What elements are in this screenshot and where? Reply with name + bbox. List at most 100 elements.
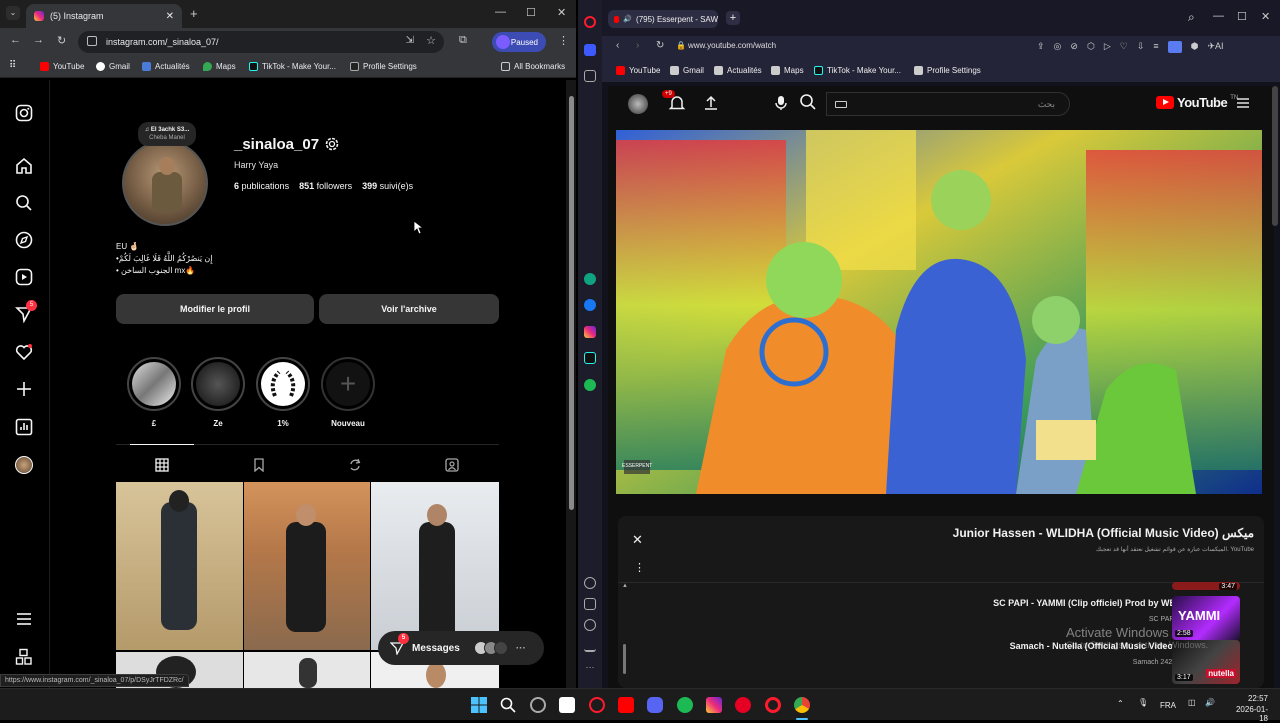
camera-icon[interactable]: ◎ (1054, 41, 1062, 53)
messages-button[interactable]: 5 Messages ··· (378, 631, 544, 665)
player-icon[interactable]: ▷ (1104, 41, 1111, 53)
profile-note[interactable]: ♫ El 3achk S3... Cheba Manel (138, 122, 196, 146)
chrome-menu-icon[interactable]: ⋮ (558, 34, 569, 47)
opera-search-icon[interactable]: ⌕ (1188, 10, 1195, 25)
opera-more-icon[interactable]: ⋯ (584, 662, 596, 674)
panel-scroll-thumb[interactable] (623, 644, 626, 674)
new-highlight-button[interactable]: + (321, 357, 375, 411)
tray-language[interactable]: FRA (1160, 701, 1176, 710)
maximize-icon[interactable]: ☐ (526, 6, 536, 19)
youtube-avatar[interactable] (628, 94, 648, 114)
reload-icon[interactable]: ↻ (57, 34, 66, 47)
post-thumbnail-5[interactable] (244, 652, 370, 688)
vpn-icon[interactable]: ⬡ (1087, 41, 1095, 53)
minimize-icon[interactable]: — (495, 6, 506, 18)
spotify-icon[interactable] (584, 379, 596, 391)
rec-title[interactable]: SC PAPI - YAMMI (Clip officiel) Prod by … (993, 598, 1176, 608)
messenger-icon[interactable] (584, 299, 596, 311)
edit-profile-button[interactable]: Modifier le profil (116, 294, 314, 324)
bookmark-tiktok[interactable]: TikTok - Make Your... (249, 62, 336, 71)
taskbar-opera-icon[interactable] (765, 697, 781, 713)
post-thumbnail-1[interactable] (116, 482, 243, 650)
aria-ai-button[interactable]: ✈AI (1207, 41, 1223, 53)
reposts-icon[interactable] (348, 458, 362, 472)
reels-icon[interactable] (15, 268, 35, 288)
following-stat[interactable]: 399 suivi(e)s (362, 181, 413, 191)
tray-mic-icon[interactable]: 🎙 (1138, 698, 1148, 707)
adblock-icon[interactable]: ⊘ (1070, 41, 1078, 53)
prev-video-thumb[interactable]: 3:47 (1172, 582, 1240, 590)
opera-star-icon[interactable] (584, 70, 596, 82)
create-plus-icon[interactable] (15, 380, 35, 400)
messages-nav-icon[interactable]: 5 (15, 300, 37, 325)
bookmark-actualites[interactable]: Actualités (142, 62, 190, 71)
tab-youtube[interactable]: 🔊 (795) Esserpent - SAW (608, 10, 718, 28)
taskbar-opera-gx-icon[interactable] (589, 697, 605, 713)
chatgpt-icon[interactable] (584, 273, 596, 285)
more-menu-icon[interactable] (15, 610, 35, 630)
opera-url-text[interactable]: www.youtube.com/watch (688, 41, 776, 50)
followers-stat[interactable]: 851 followers (299, 181, 352, 191)
tray-clock[interactable]: 22:57 2026-01-18 (1228, 694, 1268, 723)
youtube-logo[interactable]: YouTube TN (1156, 95, 1238, 110)
opera-new-tab-button[interactable]: + (726, 11, 740, 25)
profile-avatar-nav[interactable] (15, 456, 33, 474)
tab-search-button[interactable]: ⌄ (6, 6, 20, 20)
highlight-2[interactable] (191, 357, 245, 411)
highlight-1[interactable] (127, 357, 181, 411)
tiktok-sidebar-icon[interactable] (584, 352, 596, 364)
youtube-search-button[interactable] (799, 93, 823, 115)
opera-home-icon[interactable] (584, 44, 596, 56)
profile-picture[interactable] (122, 140, 208, 226)
scrollbar-thumb[interactable] (569, 96, 574, 510)
opera-minimize-icon[interactable]: — (1213, 10, 1224, 22)
all-bookmarks[interactable]: All Bookmarks (501, 62, 565, 71)
opera-downloads-icon[interactable] (584, 640, 596, 652)
taskbar-capcut-icon[interactable] (559, 697, 575, 713)
taskbar-instagram-icon[interactable] (706, 697, 722, 713)
opera-back-icon[interactable]: ‹ (616, 40, 619, 51)
posts-grid-icon[interactable] (155, 458, 169, 472)
bookmark-profile-settings[interactable]: Profile Settings (350, 62, 417, 71)
site-info-icon[interactable] (87, 36, 97, 46)
tab-instagram[interactable]: (5) Instagram ✕ (26, 4, 182, 28)
apps-icon[interactable]: ⠿ (9, 60, 16, 71)
panel-more-icon[interactable]: ⋮ (634, 561, 645, 574)
taskbar-task-view-icon[interactable] (530, 697, 546, 713)
opera-bookmark-profile-settings[interactable]: Profile Settings (914, 66, 981, 75)
back-icon[interactable]: ← (10, 34, 21, 46)
cube-icon[interactable]: ⬢ (1191, 41, 1199, 53)
post-thumbnail-2[interactable] (244, 482, 370, 650)
taskbar-search-icon[interactable] (500, 697, 516, 713)
opera-bookmark-actualites[interactable]: Actualités (714, 66, 762, 75)
opera-edit-icon[interactable] (584, 598, 596, 610)
taskbar-spotify-icon[interactable] (677, 697, 693, 713)
opera-history-icon[interactable] (584, 619, 596, 631)
taskbar-chrome-icon[interactable] (794, 697, 810, 713)
new-tab-button[interactable]: + (190, 6, 198, 21)
opera-close-icon[interactable]: ✕ (1261, 10, 1270, 23)
youtube-notifications-icon[interactable]: +9 (662, 90, 686, 112)
keyboard-icon[interactable] (835, 101, 847, 108)
voice-search-icon[interactable] (774, 95, 788, 111)
settings-gear-icon[interactable] (324, 136, 340, 152)
tab-close-icon[interactable]: ✕ (166, 11, 174, 22)
start-windows-icon[interactable] (471, 697, 487, 713)
panel-scroll-up-icon[interactable]: ▲ (622, 583, 628, 589)
tagged-icon[interactable] (445, 458, 459, 472)
share-icon[interactable]: ⇪ (1037, 41, 1045, 53)
upload-icon[interactable] (703, 95, 719, 111)
heart-icon[interactable]: ♡ (1120, 41, 1128, 53)
taskbar-youtube-icon[interactable] (618, 697, 634, 713)
opera-maximize-icon[interactable]: ☐ (1237, 10, 1247, 23)
post-thumbnail-3[interactable] (371, 482, 499, 650)
opera-forward-icon[interactable]: › (636, 40, 639, 51)
highlight-3[interactable] (256, 357, 310, 411)
bookmark-star-icon[interactable]: ☆ (426, 34, 436, 47)
dashboard-icon[interactable] (15, 418, 35, 438)
address-bar[interactable]: instagram.com/_sinaloa_07/ ⇲ ☆ (78, 31, 444, 53)
opera-logo-icon[interactable] (584, 16, 596, 28)
notifications-heart-icon[interactable] (15, 343, 35, 363)
opera-scrollbar[interactable] (1272, 86, 1278, 226)
search-icon[interactable] (15, 194, 35, 214)
